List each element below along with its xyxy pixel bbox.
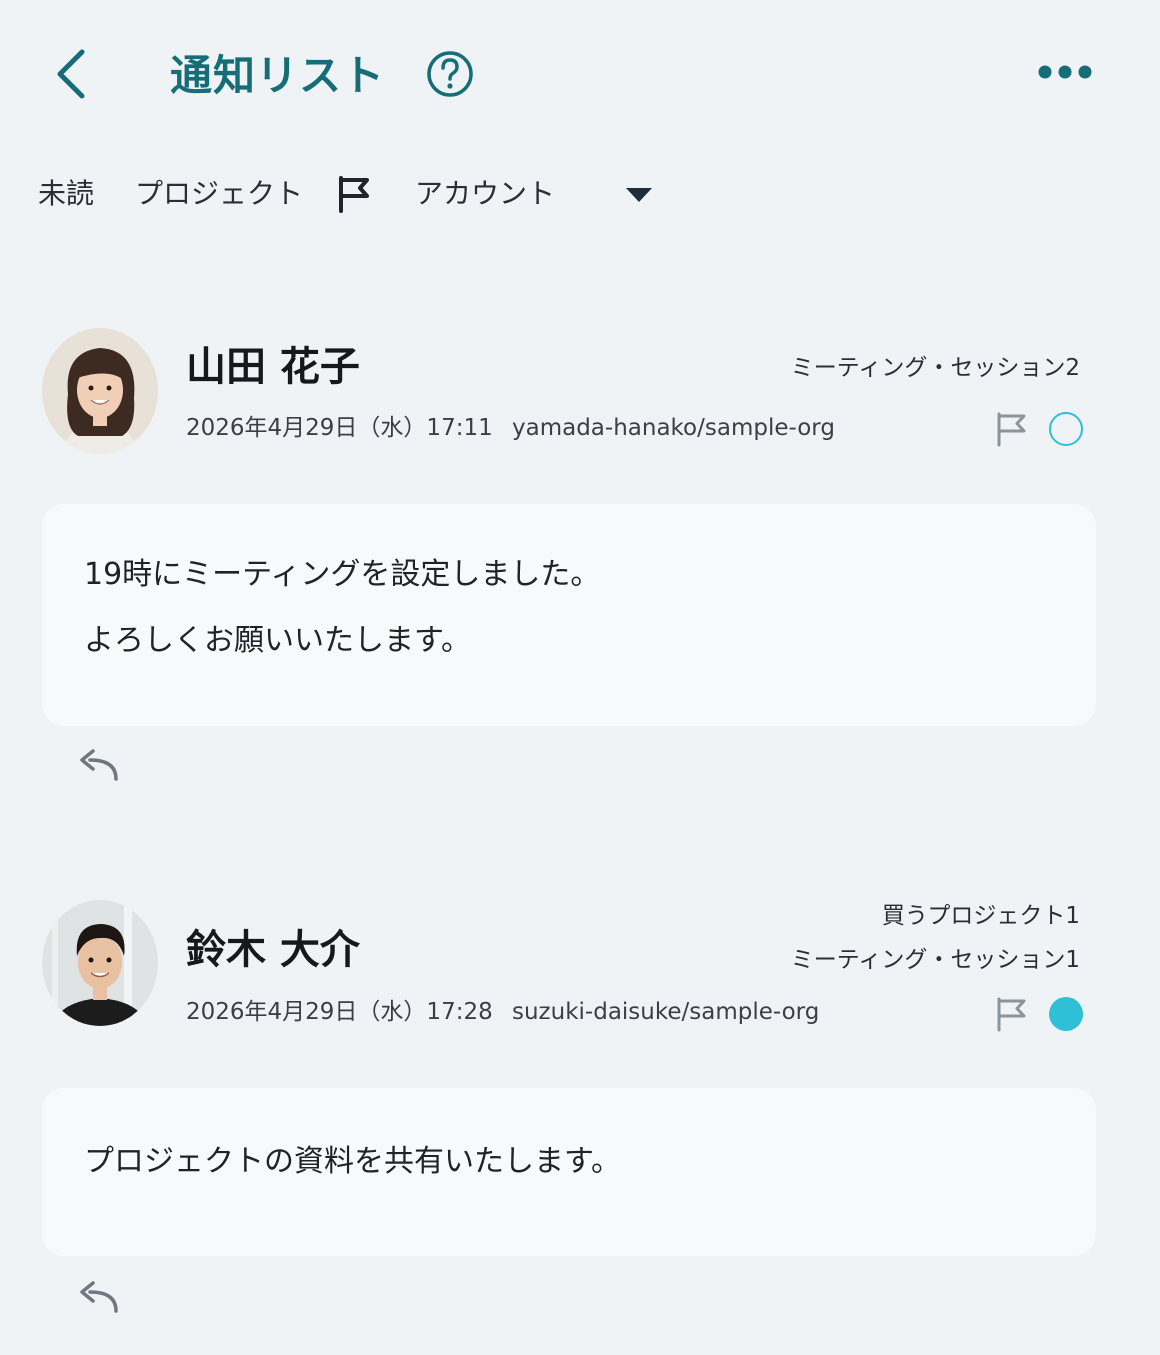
message-bubble: プロジェクトの資料を共有いたします。 xyxy=(42,1088,1096,1256)
message-line: 19時にミーティングを設定しました。 xyxy=(84,557,601,592)
reply-icon xyxy=(80,1281,118,1313)
project-tag[interactable]: ミーティング・セッション2 xyxy=(791,352,1080,384)
project-tag[interactable]: ミーティング・セッション1 xyxy=(791,944,1080,976)
sender-name: 山田 花子 xyxy=(186,344,360,390)
read-status-toggle[interactable] xyxy=(1049,997,1083,1031)
filter-account[interactable]: アカウント xyxy=(415,172,555,216)
more-button[interactable] xyxy=(1036,58,1094,86)
flag-outline-icon xyxy=(997,412,1026,447)
avatar xyxy=(42,900,158,1026)
flag-button[interactable] xyxy=(994,411,1028,447)
sender-name: 鈴木 大介 xyxy=(186,927,360,973)
flag-button[interactable] xyxy=(994,996,1028,1032)
project-tag[interactable]: 買うプロジェクト1 xyxy=(882,900,1080,932)
source-link[interactable]: suzuki-daisuke/sample-org xyxy=(512,996,819,1028)
filter-flag-button[interactable] xyxy=(334,174,374,214)
unread-status-toggle[interactable] xyxy=(1049,412,1083,446)
flag-outline-icon xyxy=(997,997,1026,1032)
reply-button[interactable] xyxy=(76,1280,120,1314)
flag-icon xyxy=(339,176,369,213)
caret-down-icon xyxy=(626,188,652,202)
more-horizontal-icon xyxy=(1038,65,1092,79)
avatar xyxy=(42,328,158,454)
reply-button[interactable] xyxy=(76,748,120,782)
timestamp: 2026年4月29日（水）17:28 xyxy=(186,999,493,1025)
timestamp: 2026年4月29日（水）17:11 xyxy=(186,415,493,441)
help-circle-icon xyxy=(427,51,473,97)
source-link[interactable]: yamada-hanako/sample-org xyxy=(512,412,835,444)
back-button[interactable] xyxy=(50,44,94,104)
help-button[interactable] xyxy=(426,50,474,98)
user-photo-icon xyxy=(42,328,158,454)
chevron-left-icon xyxy=(57,49,85,99)
user-photo-icon xyxy=(42,900,158,1026)
filter-project[interactable]: プロジェクト xyxy=(135,172,303,216)
message-line: よろしくお願いいたします。 xyxy=(84,623,471,658)
message-bubble: 19時にミーティングを設定しました。 よろしくお願いいたします。 xyxy=(42,504,1096,726)
account-dropdown[interactable] xyxy=(624,184,654,206)
page-title: 通知リスト xyxy=(170,51,386,100)
filter-unread[interactable]: 未読 xyxy=(38,172,94,216)
message-line: プロジェクトの資料を共有いたします。 xyxy=(84,1144,621,1179)
reply-icon xyxy=(80,749,118,781)
